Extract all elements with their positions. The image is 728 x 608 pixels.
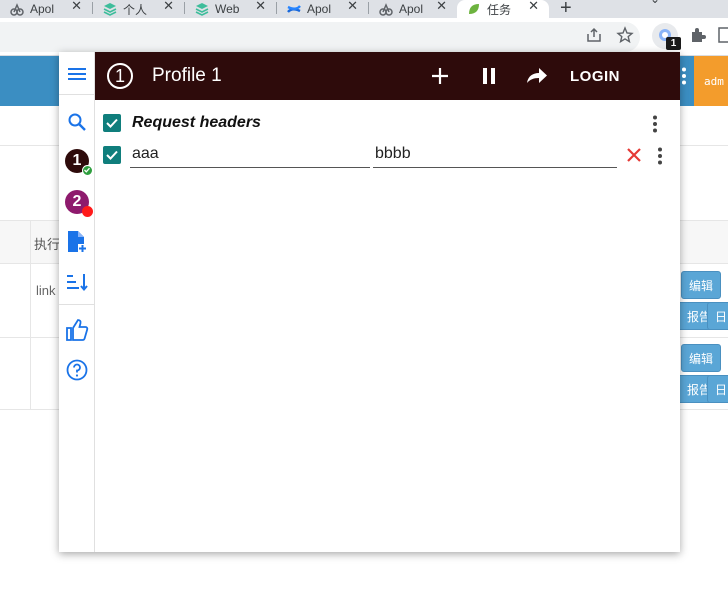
address-bar[interactable]: [0, 22, 640, 52]
hamburger-menu-icon: [68, 68, 86, 80]
profile-number: 2: [72, 193, 82, 210]
profile-avatar: 2: [65, 190, 93, 217]
search-button[interactable]: [63, 108, 91, 136]
browser-tab[interactable]: Apol ✕: [277, 0, 368, 18]
share-button[interactable]: [526, 64, 548, 88]
profile-topbar: 1 Profile 1 LOGIN: [95, 52, 686, 100]
kebab-menu-icon: [682, 67, 686, 85]
section-title: Request headers: [132, 114, 261, 131]
sidebar-panel-icon[interactable]: [718, 26, 728, 46]
header-value-field[interactable]: bbbb: [373, 146, 617, 168]
paused-status-icon: [82, 206, 93, 217]
login-button[interactable]: LOGIN: [570, 68, 620, 85]
background-log-button[interactable]: 日: [707, 375, 728, 403]
bookmark-star-icon[interactable]: [616, 26, 636, 46]
close-icon[interactable]: ✕: [436, 0, 447, 14]
section-enable-checkbox[interactable]: [103, 114, 121, 132]
close-icon: [627, 148, 641, 162]
close-icon[interactable]: ✕: [347, 0, 358, 14]
sidebar-profile-1[interactable]: 1: [63, 147, 93, 176]
background-row-link[interactable]: link: [36, 283, 56, 298]
apollo-icon: [10, 2, 24, 16]
sort-profiles-button[interactable]: [63, 268, 91, 296]
tab-title: Apol: [30, 2, 55, 16]
modheader-popup: 1 2 1 Profile 1 LOGIN Request headers aa…: [59, 52, 686, 552]
share-arrow-icon: [527, 68, 547, 83]
tab-title: 个人: [123, 2, 148, 17]
browser-tab-active[interactable]: 任务 ✕: [457, 0, 549, 18]
add-profile-button[interactable]: [63, 228, 91, 256]
background-log-button[interactable]: 日: [707, 302, 728, 330]
tab-title: 任务: [487, 2, 512, 17]
checkmark-icon: [106, 150, 118, 160]
profile-number-badge: 1: [107, 63, 133, 89]
close-icon[interactable]: ✕: [255, 0, 266, 14]
apollo-icon: [379, 2, 393, 16]
background-column-divider: [30, 220, 31, 410]
profile-content: Request headers aaa bbbb: [95, 100, 680, 552]
leaf-icon: [467, 2, 481, 16]
share-icon[interactable]: [585, 26, 605, 46]
background-edit-button[interactable]: 编辑: [681, 344, 722, 372]
close-icon[interactable]: ✕: [71, 0, 82, 14]
background-edit-button[interactable]: 编辑: [681, 271, 722, 299]
search-icon: [68, 113, 86, 131]
help-button[interactable]: [63, 356, 91, 384]
background-admin-label[interactable]: adm: [694, 56, 728, 106]
add-modifier-button[interactable]: [431, 64, 449, 88]
stack-icon: [103, 2, 117, 16]
browser-tab[interactable]: 个人 ✕: [93, 0, 184, 18]
tab-title: Apol: [307, 2, 332, 16]
pause-icon: [483, 68, 495, 84]
thumbs-up-icon: [66, 319, 89, 341]
close-icon[interactable]: ✕: [163, 0, 174, 14]
browser-toolbar: [0, 18, 728, 56]
tab-search-icon[interactable]: ⌄: [650, 0, 660, 6]
plus-icon: [432, 68, 448, 84]
rate-button[interactable]: [63, 316, 91, 344]
profile-number: 1: [72, 152, 82, 169]
checkmark-icon: [106, 118, 118, 128]
header-enable-checkbox[interactable]: [103, 146, 121, 164]
browser-tab[interactable]: Web ✕: [185, 0, 276, 18]
popup-sidebar: 1 2: [59, 52, 95, 552]
help-icon: [66, 359, 88, 381]
sidebar-divider: [59, 94, 95, 95]
kebab-menu-icon: [658, 147, 662, 165]
confluence-icon: [287, 2, 301, 16]
profile-title[interactable]: Profile 1: [152, 65, 222, 87]
active-status-icon: [82, 165, 93, 176]
sidebar-divider: [59, 304, 95, 305]
pause-button[interactable]: [481, 64, 497, 88]
background-table-header-cell: 执行: [34, 237, 61, 252]
profile-avatar: 1: [65, 149, 93, 176]
sort-icon: [67, 274, 88, 292]
extensions-puzzle-icon[interactable]: [689, 26, 709, 46]
section-menu-button[interactable]: [645, 114, 665, 134]
menu-button[interactable]: [63, 60, 91, 88]
add-file-icon: [68, 231, 87, 253]
close-icon[interactable]: ✕: [528, 0, 539, 14]
header-name-field[interactable]: aaa: [130, 146, 370, 168]
more-options-button[interactable]: [681, 64, 687, 88]
browser-tab-strip: Apol ✕ 个人 ✕ Web ✕ Apol ✕ Apol ✕ 任务 ✕ +: [0, 0, 728, 20]
sidebar-profile-2[interactable]: 2: [63, 188, 93, 217]
tab-title: Web: [215, 2, 240, 16]
new-tab-button[interactable]: +: [560, 0, 572, 20]
browser-tab[interactable]: Apol ✕: [369, 0, 457, 18]
extension-badge: 1: [666, 37, 681, 50]
remove-header-button[interactable]: [625, 146, 643, 164]
browser-tab[interactable]: Apol ✕: [0, 0, 92, 18]
stack-icon: [195, 2, 209, 16]
kebab-menu-icon: [653, 115, 657, 133]
tab-title: Apol: [399, 2, 424, 16]
header-menu-button[interactable]: [650, 146, 670, 166]
